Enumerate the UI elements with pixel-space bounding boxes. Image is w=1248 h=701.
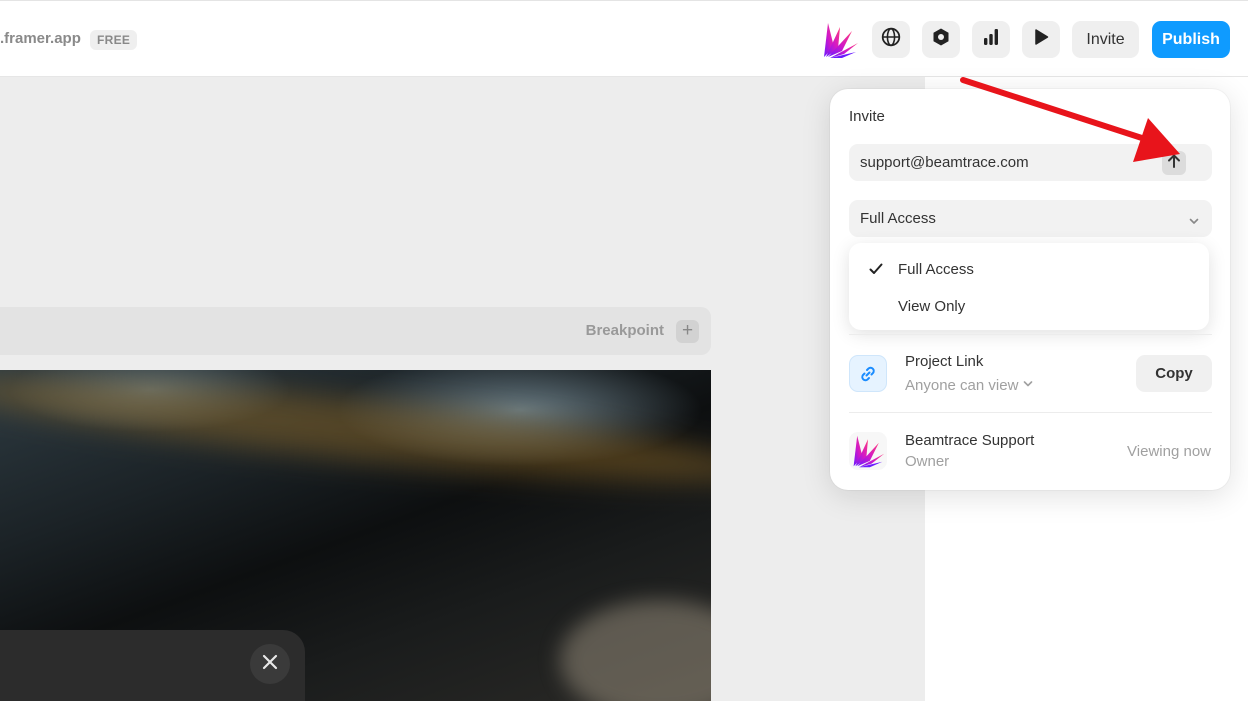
invite-email-input[interactable] bbox=[849, 144, 1169, 181]
access-option-label: Full Access bbox=[898, 261, 974, 278]
image-detail bbox=[0, 370, 711, 502]
send-invite-button[interactable] bbox=[1162, 151, 1186, 175]
link-permission-select[interactable]: Anyone can view bbox=[905, 375, 1033, 394]
top-toolbar: .framer.app FREE Invite Publish bbox=[0, 0, 1248, 77]
breakpoint-label[interactable]: Breakpoint bbox=[586, 322, 664, 339]
member-status: Viewing now bbox=[1127, 443, 1211, 460]
site-url[interactable]: .framer.app bbox=[0, 30, 81, 47]
divider bbox=[849, 334, 1212, 335]
link-permission-value: Anyone can view bbox=[905, 377, 1019, 394]
invite-email-field[interactable] bbox=[849, 144, 1212, 181]
publish-button[interactable]: Publish bbox=[1152, 21, 1230, 58]
hexagon-icon bbox=[931, 27, 951, 52]
avatar bbox=[849, 432, 887, 470]
globe-icon bbox=[881, 27, 901, 52]
arrow-up-icon bbox=[1166, 153, 1182, 174]
access-level-dropdown: Full Access View Only bbox=[849, 243, 1209, 330]
invite-button[interactable]: Invite bbox=[1072, 21, 1139, 58]
settings-button[interactable] bbox=[922, 21, 960, 58]
divider bbox=[849, 412, 1212, 413]
bar-chart-icon bbox=[981, 27, 1001, 52]
play-icon bbox=[1032, 28, 1050, 51]
access-level-value: Full Access bbox=[860, 210, 936, 227]
chevron-down-icon bbox=[1023, 375, 1033, 392]
preview-button[interactable] bbox=[1022, 21, 1060, 58]
access-level-select[interactable]: Full Access bbox=[849, 200, 1212, 237]
copy-link-button[interactable]: Copy bbox=[1136, 355, 1212, 392]
close-icon bbox=[262, 654, 278, 675]
invite-popover: Invite Full Access Full Access View Only… bbox=[830, 89, 1230, 490]
chevron-down-icon bbox=[1188, 213, 1200, 231]
analytics-button[interactable] bbox=[972, 21, 1010, 58]
close-overlay-button[interactable] bbox=[250, 644, 290, 684]
breakpoint-bar: Breakpoint + bbox=[0, 307, 711, 355]
member-name: Beamtrace Support bbox=[905, 432, 1035, 449]
invite-popover-title: Invite bbox=[849, 108, 885, 125]
plan-badge: FREE bbox=[90, 30, 138, 50]
link-icon bbox=[849, 355, 887, 392]
add-breakpoint-button[interactable]: + bbox=[676, 320, 699, 343]
access-option-full-access[interactable]: Full Access bbox=[849, 254, 1209, 284]
access-option-label: View Only bbox=[898, 298, 966, 315]
image-detail bbox=[560, 600, 711, 701]
checkmark-icon bbox=[869, 262, 883, 280]
member-role: Owner bbox=[905, 453, 950, 470]
framer-logo-icon[interactable] bbox=[820, 21, 860, 59]
access-option-view-only[interactable]: View Only bbox=[849, 291, 1209, 321]
project-link-title: Project Link bbox=[905, 353, 984, 370]
globe-button[interactable] bbox=[872, 21, 910, 58]
